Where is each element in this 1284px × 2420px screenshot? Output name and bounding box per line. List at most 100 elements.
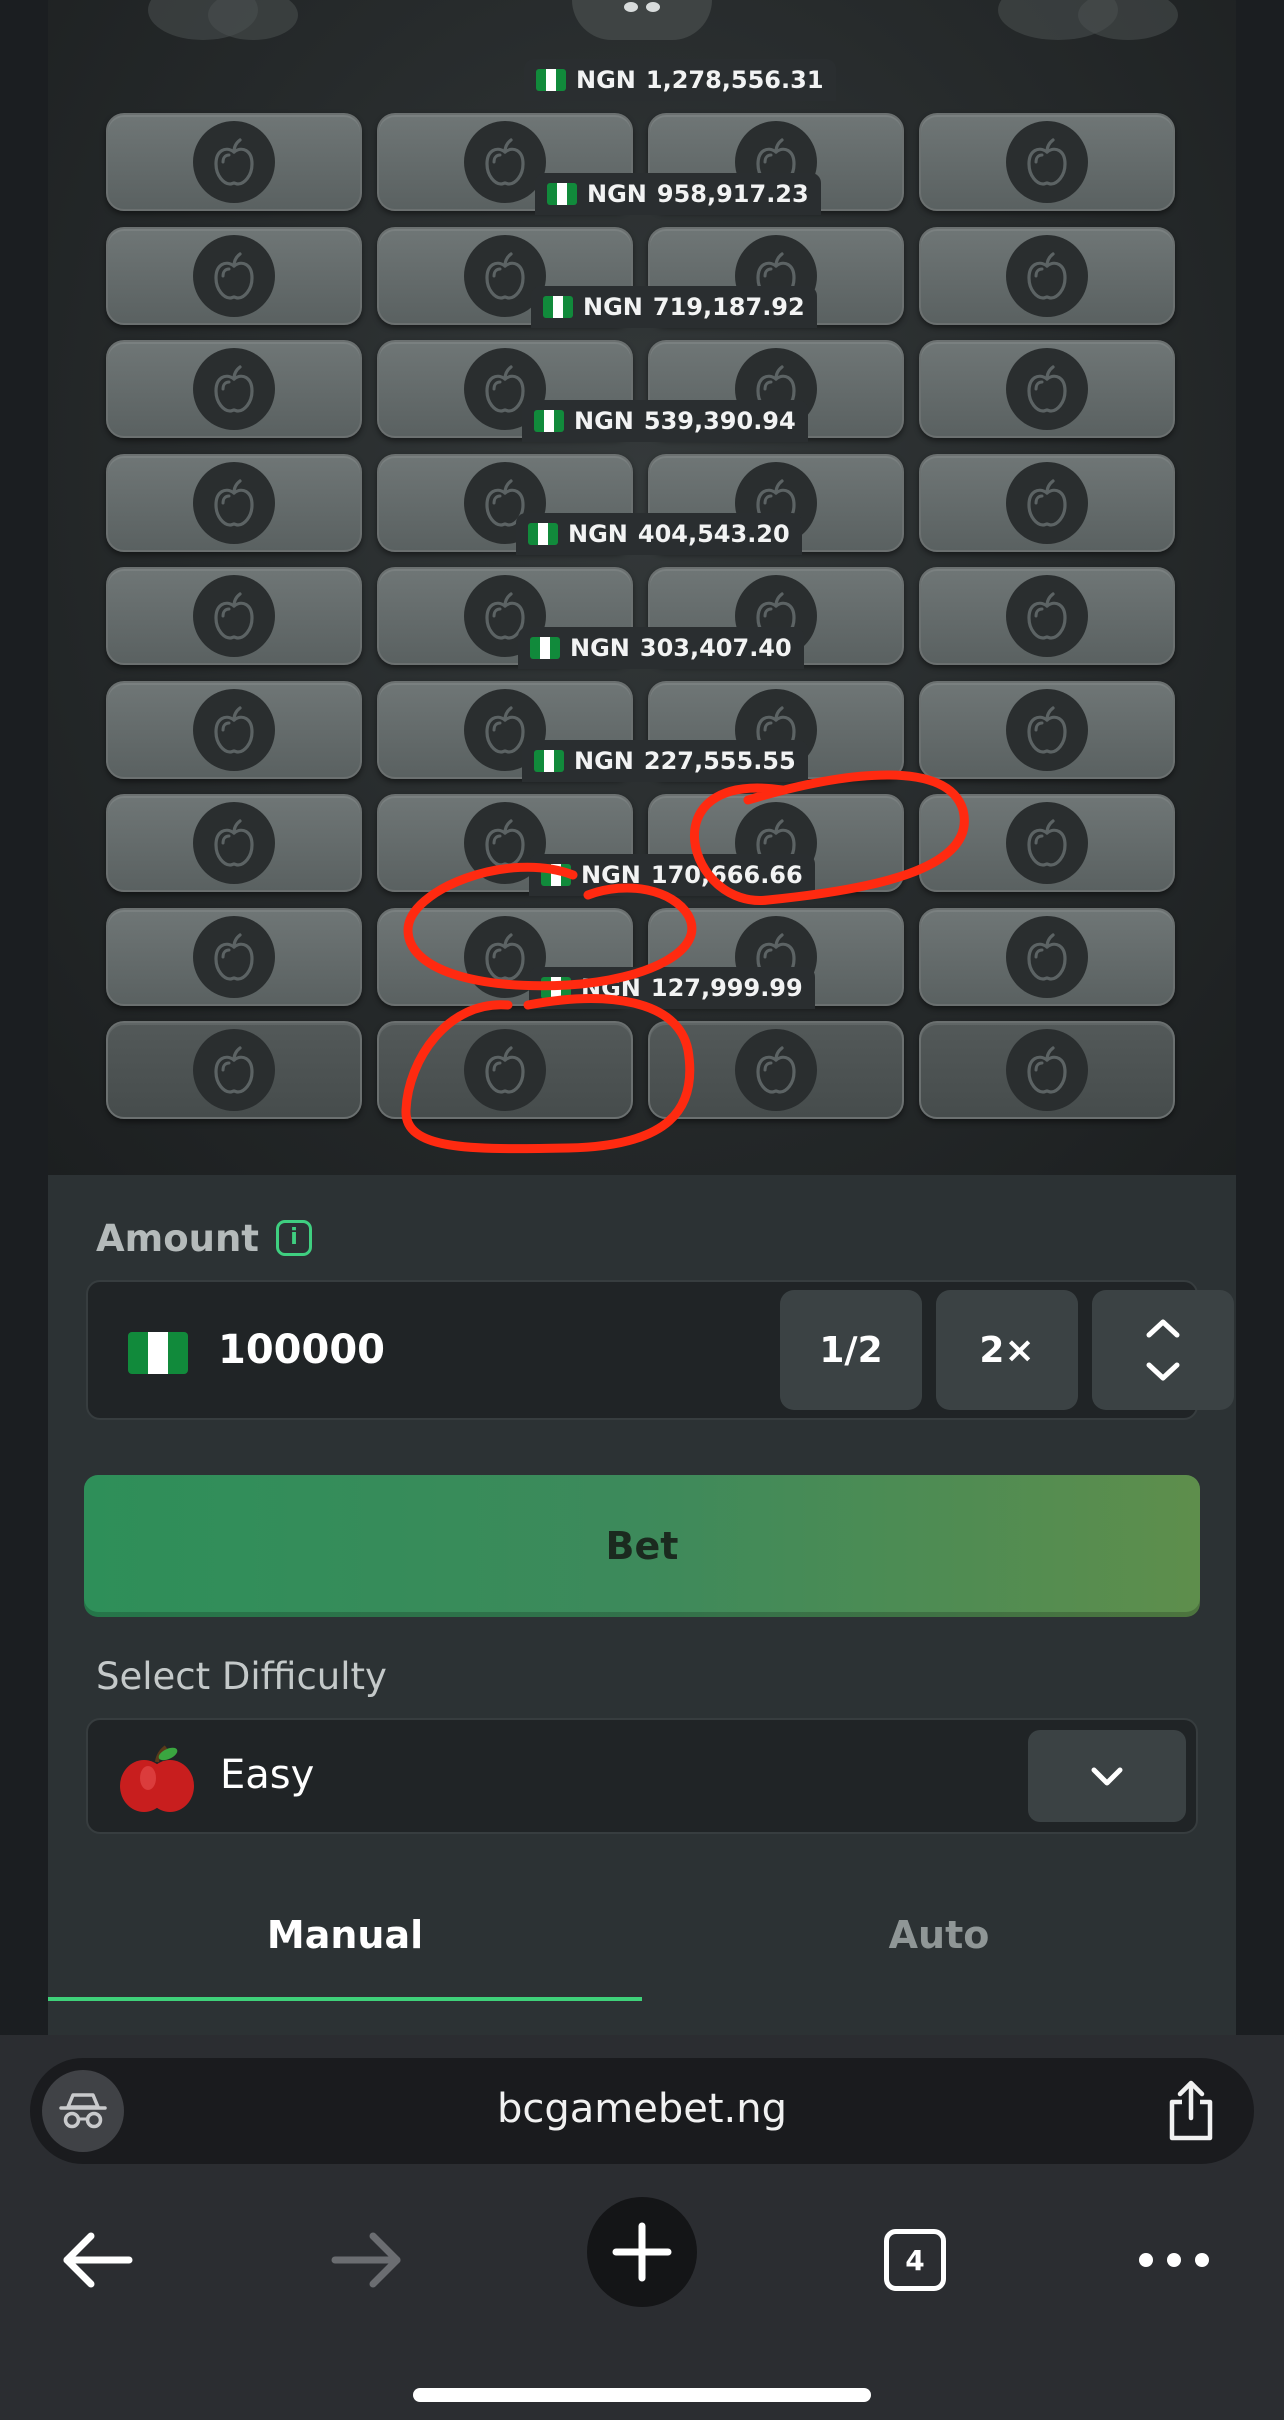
apple-icon — [1027, 478, 1067, 527]
tile-apple-slot — [1006, 348, 1088, 430]
forward-button[interactable] — [322, 2220, 412, 2300]
game-tile[interactable] — [919, 1021, 1175, 1119]
double-amount-button[interactable]: 2× — [936, 1290, 1078, 1410]
tile-apple-slot — [193, 688, 275, 771]
payout-currency: NGN — [581, 860, 641, 889]
payout-currency: NGN — [583, 293, 643, 321]
nigeria-flag-icon — [536, 69, 566, 91]
amount-label: Amount — [96, 1217, 259, 1260]
tile-grid: NGN 1,278,556.31 NGN 958,917.23 NGN 719,187.9… — [48, 0, 1236, 1175]
tile-apple-slot — [193, 1029, 275, 1111]
game-tile[interactable] — [106, 567, 362, 665]
tab-manual[interactable]: Manual — [48, 1875, 642, 1995]
tab-auto[interactable]: Auto — [642, 1875, 1236, 1995]
difficulty-select[interactable]: Easy — [86, 1718, 1198, 1834]
payout-amount: 958,917.23 — [656, 179, 809, 208]
row-payout-label: NGN 1,278,556.31 — [524, 59, 836, 101]
apple-icon — [485, 1046, 525, 1094]
tile-apple-slot — [1006, 1029, 1088, 1111]
game-tile[interactable] — [106, 794, 362, 892]
arrow-left-icon — [63, 2232, 133, 2288]
payout-amount: 170,666.66 — [650, 860, 803, 889]
game-tile[interactable] — [106, 340, 362, 438]
row-payout-label: NGN 170,666.66 — [529, 853, 815, 896]
payout-amount: 227,555.55 — [643, 747, 796, 775]
tile-apple-slot — [735, 1029, 817, 1111]
bet-button[interactable]: Bet — [84, 1475, 1200, 1617]
more-icon — [1139, 2253, 1209, 2267]
apple-icon — [1027, 592, 1067, 640]
payout-currency: NGN — [576, 66, 636, 94]
game-tile[interactable] — [919, 567, 1175, 665]
nigeria-flag-icon — [128, 1332, 188, 1374]
game-tile[interactable] — [919, 794, 1175, 892]
game-tile[interactable] — [919, 907, 1175, 1006]
back-button[interactable] — [52, 2220, 142, 2300]
chevron-up-down-icon — [1146, 1319, 1180, 1381]
apple-icon — [485, 705, 525, 754]
tile-apple-slot — [1006, 575, 1088, 657]
apple-icon — [214, 365, 254, 413]
game-tile[interactable] — [106, 453, 362, 552]
active-tab-indicator — [48, 1997, 642, 2001]
row-payout-label: NGN 539,390.94 — [522, 399, 808, 442]
tile-apple-slot — [1006, 915, 1088, 998]
payout-amount: 719,187.92 — [652, 293, 805, 321]
apple-icon — [1027, 365, 1067, 413]
difficulty-label: Select Difficulty — [96, 1655, 387, 1698]
address-bar[interactable]: bcgamebet.ng — [30, 2058, 1254, 2164]
row-payout-label: NGN 227,555.55 — [522, 740, 808, 782]
payout-currency: NGN — [574, 406, 634, 435]
apple-icon — [485, 819, 525, 867]
apple-icon — [214, 705, 254, 754]
apple-icon — [1027, 138, 1067, 186]
game-tile[interactable] — [919, 453, 1175, 552]
plus-icon — [612, 2222, 672, 2282]
game-tile[interactable] — [106, 907, 362, 1006]
game-tile[interactable] — [106, 226, 362, 325]
tile-apple-slot — [464, 121, 546, 203]
amount-value[interactable]: 100000 — [218, 1327, 385, 1373]
new-tab-button[interactable] — [587, 2197, 697, 2307]
tile-apple-slot — [1006, 234, 1088, 317]
game-tile[interactable] — [648, 1021, 904, 1119]
apple-icon — [756, 1046, 796, 1094]
amount-stepper-button[interactable] — [1092, 1290, 1234, 1410]
tile-apple-slot — [1006, 461, 1088, 544]
payout-amount: 1,278,556.31 — [645, 66, 824, 94]
game-tile[interactable] — [377, 1021, 633, 1119]
apple-icon — [485, 138, 525, 186]
apple-icon — [214, 1046, 254, 1094]
apple-icon — [214, 932, 254, 981]
game-tile[interactable] — [106, 680, 362, 779]
half-amount-button[interactable]: 1/2 — [780, 1290, 922, 1410]
tabs-button[interactable]: 4 — [870, 2220, 960, 2300]
share-icon[interactable] — [1164, 2080, 1218, 2142]
game-tile[interactable] — [919, 113, 1175, 211]
apple-icon — [1027, 1046, 1067, 1094]
payout-amount: 539,390.94 — [643, 406, 796, 435]
tile-apple-slot — [464, 1029, 546, 1111]
difficulty-dropdown-button[interactable] — [1028, 1730, 1186, 1822]
game-tile[interactable] — [106, 113, 362, 211]
apple-icon — [214, 819, 254, 867]
game-tile[interactable] — [919, 340, 1175, 438]
row-payout-label: NGN 719,187.92 — [531, 286, 817, 328]
tab-count: 4 — [884, 2229, 946, 2291]
payout-amount: 404,543.20 — [637, 520, 790, 548]
tile-apple-slot — [193, 461, 275, 544]
game-tile[interactable] — [106, 1021, 362, 1119]
difficulty-value: Easy — [220, 1752, 315, 1798]
apple-icon — [1027, 819, 1067, 867]
game-tile[interactable] — [919, 226, 1175, 325]
chevron-down-icon — [1091, 1767, 1123, 1786]
apple-icon — [485, 251, 525, 300]
info-icon[interactable]: i — [276, 1220, 312, 1256]
nigeria-flag-icon — [541, 977, 571, 999]
more-options-button[interactable] — [1124, 2220, 1224, 2300]
game-tile[interactable] — [919, 680, 1175, 779]
apple-icon — [1027, 705, 1067, 754]
payout-amount: 303,407.40 — [639, 633, 792, 662]
url-text[interactable]: bcgamebet.ng — [30, 2086, 1254, 2132]
amount-input[interactable]: 100000 1/2 2× — [86, 1280, 1234, 1420]
